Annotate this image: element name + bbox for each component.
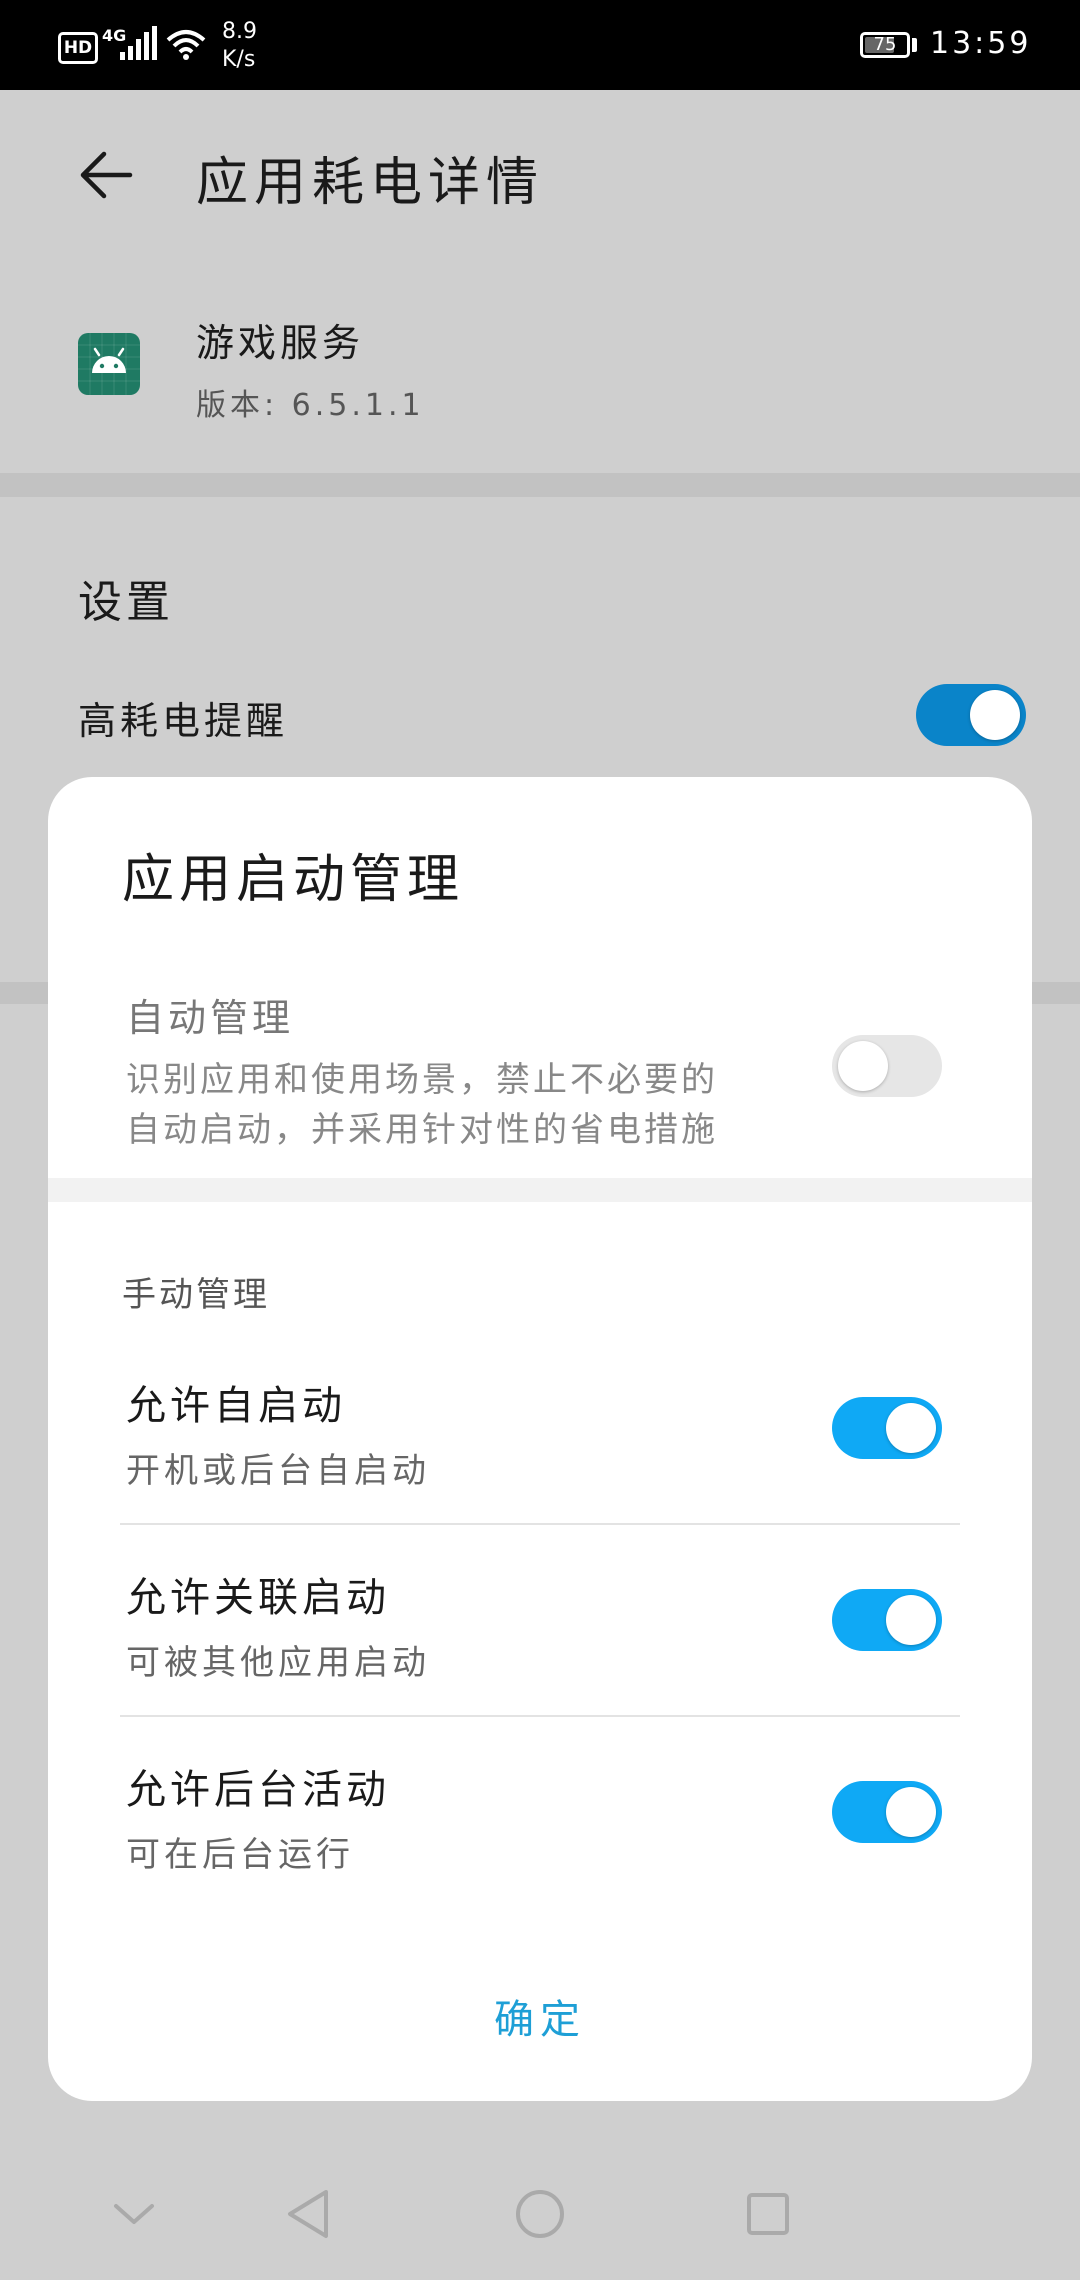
row-divider [120, 1715, 960, 1717]
app-version: 版本: 6.5.1.1 [196, 388, 425, 423]
allow-auto-launch-description: 开机或后台自启动 [126, 1451, 430, 1491]
toggle-knob [886, 1787, 936, 1837]
dialog-title: 应用启动管理 [122, 850, 465, 910]
auto-management-label: 自动管理 [126, 996, 295, 1040]
toggle-knob [838, 1041, 888, 1091]
app-launch-management-dialog: 应用启动管理 自动管理 识别应用和使用场景，禁止不必要的 自动启动，并采用针对性… [48, 777, 1032, 2101]
dialog-section-divider [48, 1178, 1032, 1202]
nav-back-icon[interactable] [284, 2188, 332, 2240]
nav-home-icon[interactable] [514, 2188, 566, 2240]
back-arrow-icon[interactable] [78, 146, 136, 204]
allow-auto-launch-toggle[interactable] [832, 1397, 942, 1459]
clock: 13:59 [930, 26, 1032, 61]
battery-tip [912, 38, 917, 52]
high-drain-reminder-toggle[interactable] [916, 684, 1026, 746]
settings-section-title: 设置 [78, 577, 174, 628]
nav-recents-icon[interactable] [746, 2192, 790, 2236]
chevron-down-icon[interactable] [112, 2196, 156, 2232]
network-speed: 8.9 K/s [222, 19, 257, 72]
row-divider [120, 1523, 960, 1525]
cellular-signal-icon [120, 26, 157, 60]
hd-icon: HD [58, 32, 98, 64]
section-divider [0, 473, 1080, 497]
status-bar: HD 4G 8.9 K/s 75 13:59 [0, 0, 1080, 90]
toggle-knob [886, 1595, 936, 1645]
toggle-knob [970, 690, 1020, 740]
page-title: 应用耗电详情 [196, 153, 545, 213]
manual-management-header: 手动管理 [122, 1275, 270, 1315]
high-drain-reminder-label: 高耗电提醒 [78, 699, 289, 743]
allow-background-activity-label: 允许后台活动 [126, 1767, 390, 1813]
battery-icon: 75 [860, 32, 910, 58]
auto-management-description: 识别应用和使用场景，禁止不必要的 自动启动，并采用针对性的省电措施 [126, 1060, 718, 1150]
allow-background-activity-toggle[interactable] [832, 1781, 942, 1843]
toggle-knob [886, 1403, 936, 1453]
auto-management-toggle[interactable] [832, 1035, 942, 1097]
allow-associated-launch-description: 可被其他应用启动 [126, 1643, 430, 1683]
app-icon [78, 333, 140, 395]
wifi-icon [166, 30, 206, 60]
allow-background-activity-description: 可在后台运行 [126, 1835, 354, 1875]
allow-associated-launch-toggle[interactable] [832, 1589, 942, 1651]
allow-auto-launch-label: 允许自启动 [126, 1383, 346, 1429]
app-name: 游戏服务 [196, 321, 365, 365]
confirm-button[interactable]: 确定 [440, 1987, 640, 2047]
android-icon [78, 333, 140, 395]
allow-associated-launch-label: 允许关联启动 [126, 1575, 390, 1621]
